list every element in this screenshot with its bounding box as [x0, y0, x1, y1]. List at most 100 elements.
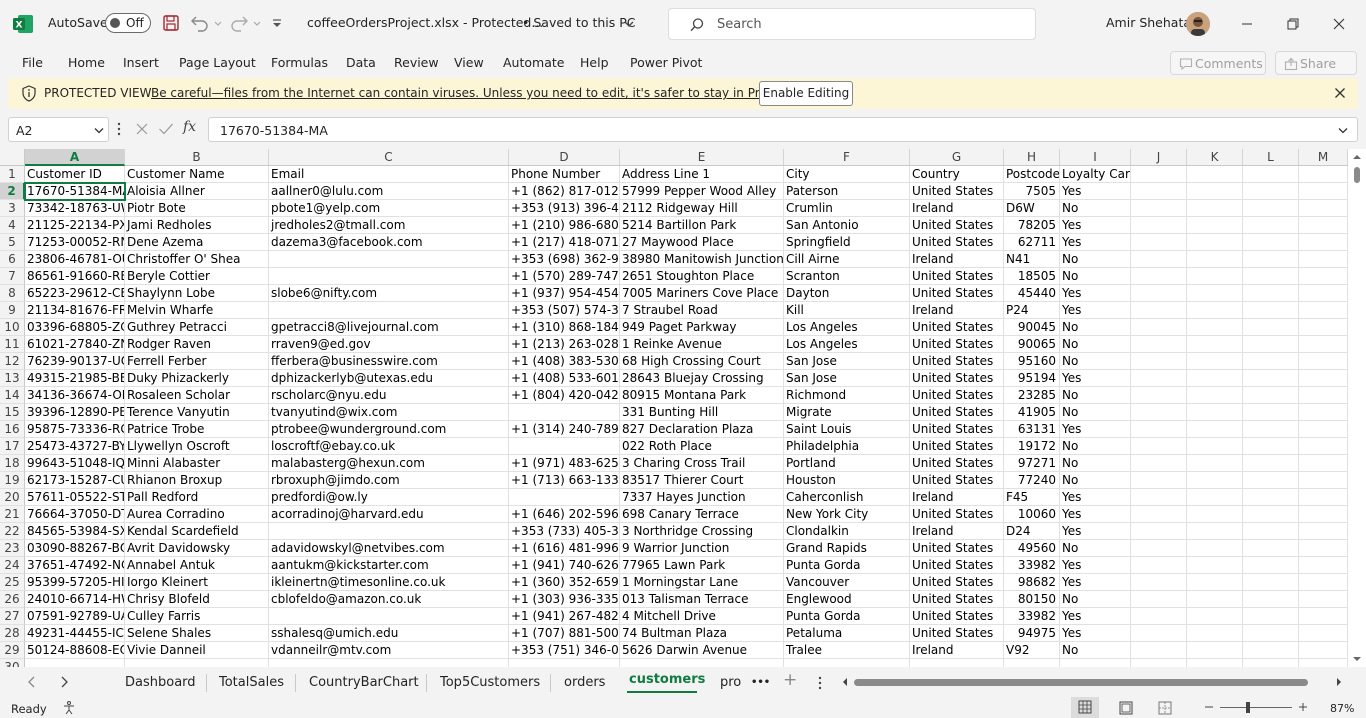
- table-cell[interactable]: 68 High Crossing Court: [620, 353, 784, 370]
- table-cell[interactable]: Chrisy Blofeld: [125, 591, 269, 608]
- table-cell[interactable]: [1131, 370, 1187, 387]
- table-cell[interactable]: Yes: [1060, 285, 1131, 302]
- table-cell[interactable]: Ireland: [910, 302, 1004, 319]
- table-cell[interactable]: +1 (303) 936-3357: [509, 591, 620, 608]
- table-cell[interactable]: [1299, 421, 1348, 438]
- table-cell[interactable]: 698 Canary Terrace: [620, 506, 784, 523]
- table-cell[interactable]: 4 Mitchell Drive: [620, 608, 784, 625]
- table-cell[interactable]: [1187, 302, 1243, 319]
- table-cell[interactable]: Rhianon Broxup: [125, 472, 269, 489]
- table-cell[interactable]: [1187, 608, 1243, 625]
- table-cell[interactable]: 10060: [1004, 506, 1060, 523]
- table-cell[interactable]: [1299, 370, 1348, 387]
- table-cell[interactable]: 62173-15287-CU: [25, 472, 125, 489]
- comments-button[interactable]: Comments: [1170, 51, 1266, 75]
- row-header[interactable]: 11: [0, 336, 25, 353]
- table-cell[interactable]: Migrate: [784, 404, 910, 421]
- table-cell[interactable]: 1 Morningstar Lane: [620, 574, 784, 591]
- table-cell[interactable]: ptrobee@wunderground.com: [269, 421, 509, 438]
- customize-toolbar-icon[interactable]: [270, 13, 284, 35]
- table-cell[interactable]: 331 Bunting Hill: [620, 404, 784, 421]
- row-header[interactable]: 21: [0, 506, 25, 523]
- row-header[interactable]: 30: [0, 659, 25, 667]
- table-cell[interactable]: 7 Straubel Road: [620, 302, 784, 319]
- table-cell[interactable]: 013 Talisman Terrace: [620, 591, 784, 608]
- table-cell[interactable]: [1243, 268, 1299, 285]
- table-cell[interactable]: [509, 659, 620, 667]
- table-cell[interactable]: No: [1060, 591, 1131, 608]
- table-cell[interactable]: [1187, 353, 1243, 370]
- table-cell[interactable]: 7005 Mariners Cove Place: [620, 285, 784, 302]
- table-cell[interactable]: +1 (310) 868-1842: [509, 319, 620, 336]
- table-cell[interactable]: [509, 404, 620, 421]
- header-cell[interactable]: Phone Number: [509, 166, 620, 183]
- vertical-scroll-thumb[interactable]: [1354, 167, 1360, 183]
- menu-page-layout[interactable]: Page Layout: [179, 55, 256, 70]
- tab-orders[interactable]: orders: [564, 675, 605, 690]
- table-cell[interactable]: [1187, 421, 1243, 438]
- table-cell[interactable]: [1299, 302, 1348, 319]
- table-cell[interactable]: 99643-51048-IQ: [25, 455, 125, 472]
- table-cell[interactable]: Christoffer O' Shea: [125, 251, 269, 268]
- table-cell[interactable]: Ireland: [910, 200, 1004, 217]
- table-cell[interactable]: [1243, 506, 1299, 523]
- zoom-in-icon[interactable]: [1298, 701, 1308, 713]
- table-cell[interactable]: Springfield: [784, 234, 910, 251]
- table-cell[interactable]: [509, 489, 620, 506]
- table-cell[interactable]: Cill Airne: [784, 251, 910, 268]
- table-cell[interactable]: +353 (733) 405-330: [509, 523, 620, 540]
- header-cell[interactable]: [1131, 166, 1187, 183]
- table-cell[interactable]: [269, 659, 509, 667]
- table-cell[interactable]: [1131, 200, 1187, 217]
- row-header[interactable]: 6: [0, 251, 25, 268]
- select-all-corner[interactable]: [0, 149, 25, 166]
- table-cell[interactable]: [1004, 659, 1060, 667]
- table-cell[interactable]: United States: [910, 455, 1004, 472]
- table-cell[interactable]: [1131, 234, 1187, 251]
- table-cell[interactable]: Paterson: [784, 183, 910, 200]
- tab-countrybarchart[interactable]: CountryBarChart: [309, 675, 419, 690]
- table-cell[interactable]: [1243, 319, 1299, 336]
- table-cell[interactable]: 95399-57205-HI: [25, 574, 125, 591]
- table-cell[interactable]: +1 (941) 740-6268: [509, 557, 620, 574]
- table-cell[interactable]: [1243, 404, 1299, 421]
- table-cell[interactable]: [1187, 540, 1243, 557]
- menu-file[interactable]: File: [22, 55, 43, 70]
- table-cell[interactable]: [1299, 353, 1348, 370]
- header-cell[interactable]: Address Line 1: [620, 166, 784, 183]
- table-cell[interactable]: slobe6@nifty.com: [269, 285, 509, 302]
- table-cell[interactable]: 61021-27840-ZN: [25, 336, 125, 353]
- table-cell[interactable]: [1187, 472, 1243, 489]
- table-cell[interactable]: [1187, 574, 1243, 591]
- table-cell[interactable]: Grand Rapids: [784, 540, 910, 557]
- accessibility-icon[interactable]: [61, 700, 77, 716]
- vertical-scrollbar[interactable]: [1348, 149, 1366, 667]
- table-cell[interactable]: Punta Gorda: [784, 557, 910, 574]
- table-cell[interactable]: [1131, 353, 1187, 370]
- tab-top5customers[interactable]: Top5Customers: [440, 675, 540, 690]
- table-cell[interactable]: [1131, 574, 1187, 591]
- table-cell[interactable]: [1243, 217, 1299, 234]
- table-cell[interactable]: [1187, 319, 1243, 336]
- table-cell[interactable]: Minni Alabaster: [125, 455, 269, 472]
- table-cell[interactable]: [1131, 268, 1187, 285]
- table-cell[interactable]: Piotr Bote: [125, 200, 269, 217]
- table-cell[interactable]: Ireland: [910, 523, 1004, 540]
- table-cell[interactable]: 80150: [1004, 591, 1060, 608]
- row-header[interactable]: 12: [0, 353, 25, 370]
- table-cell[interactable]: 21134-81676-FR: [25, 302, 125, 319]
- table-cell[interactable]: 77965 Lawn Park: [620, 557, 784, 574]
- table-cell[interactable]: 7505: [1004, 183, 1060, 200]
- table-cell[interactable]: Clondalkin: [784, 523, 910, 540]
- enable-editing-button[interactable]: Enable Editing: [759, 81, 853, 106]
- table-cell[interactable]: 38980 Manitowish Junction: [620, 251, 784, 268]
- table-cell[interactable]: 76239-90137-UQ: [25, 353, 125, 370]
- menu-formulas[interactable]: Formulas: [271, 55, 328, 70]
- table-cell[interactable]: 57611-05522-ST: [25, 489, 125, 506]
- table-cell[interactable]: [1131, 608, 1187, 625]
- table-cell[interactable]: 95160: [1004, 353, 1060, 370]
- table-cell[interactable]: N41: [1004, 251, 1060, 268]
- table-cell[interactable]: 18505: [1004, 268, 1060, 285]
- table-cell[interactable]: United States: [910, 625, 1004, 642]
- table-cell[interactable]: United States: [910, 183, 1004, 200]
